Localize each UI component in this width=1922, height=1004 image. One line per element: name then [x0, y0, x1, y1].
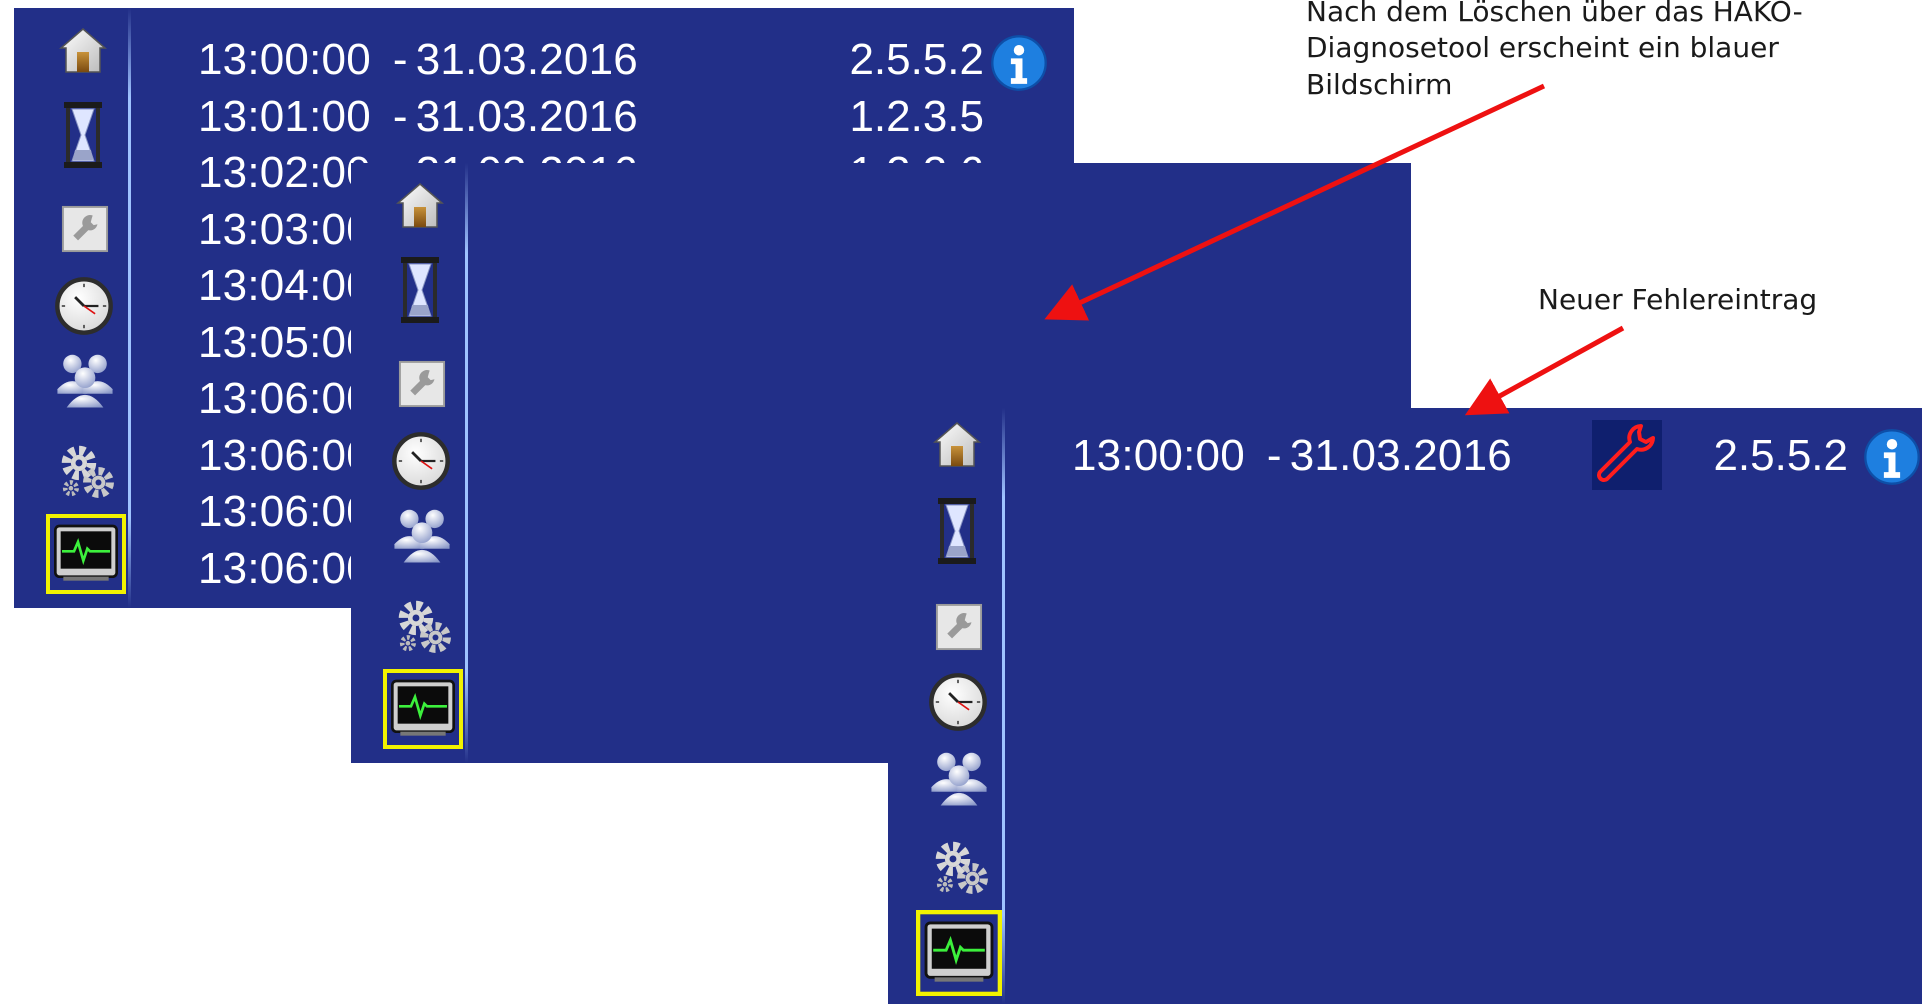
- arrow-to-blank-screen: [1044, 83, 1546, 321]
- arrow-to-new-entry: [1464, 325, 1625, 416]
- annotation-arrows: [1044, 83, 1625, 416]
